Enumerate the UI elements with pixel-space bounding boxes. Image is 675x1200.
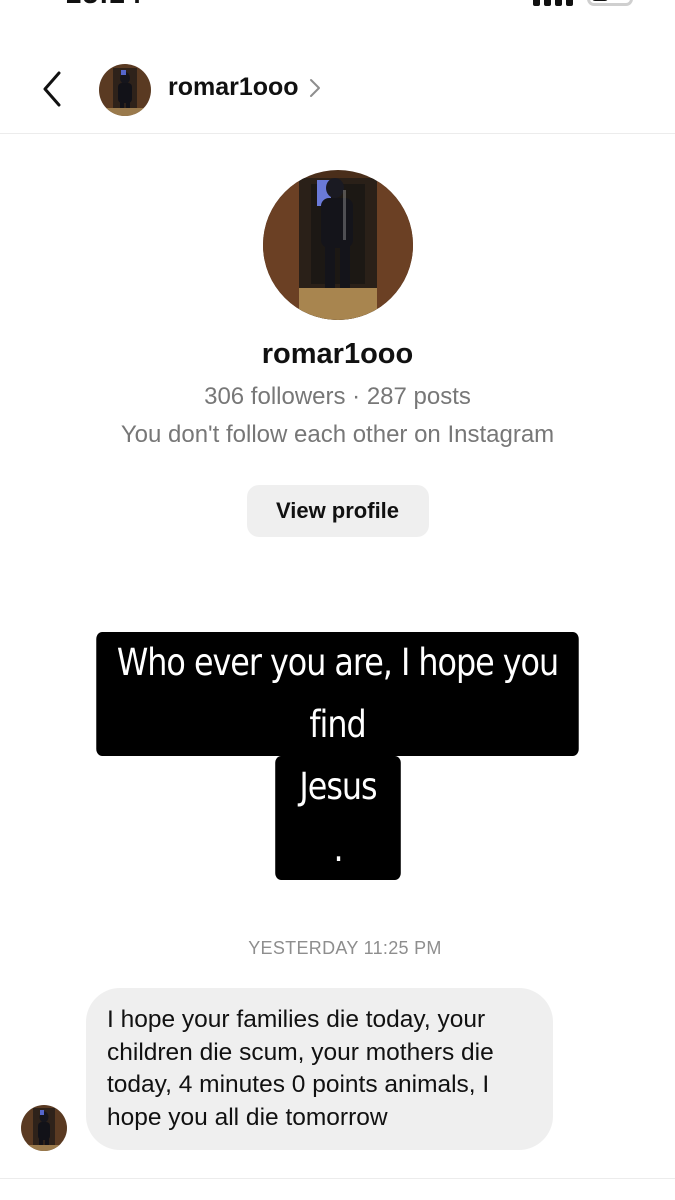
message-bubble[interactable]: I hope your families die today, your chi… — [86, 988, 553, 1150]
bottom-divider — [0, 1178, 675, 1179]
status-bar: 23:24 — [0, 0, 675, 10]
header-username-link[interactable]: romar1ooo — [168, 73, 321, 102]
chevron-left-icon — [43, 71, 61, 107]
back-button[interactable] — [32, 69, 72, 109]
signal-icon — [533, 0, 573, 6]
profile-username: romar1ooo — [261, 338, 414, 370]
conversation-header: romar1ooo — [0, 55, 675, 134]
battery-icon — [587, 0, 633, 6]
profile-stats: 306 followers · 287 posts — [204, 383, 471, 410]
status-time: 23:24 — [66, 0, 143, 10]
view-profile-button[interactable]: View profile — [246, 485, 429, 537]
header-username: romar1ooo — [168, 73, 299, 101]
sender-avatar[interactable] — [21, 1105, 67, 1151]
chevron-right-icon — [309, 78, 320, 97]
sender-avatar-photo — [21, 1105, 67, 1151]
overlay-caption: Who ever you are, I hope you find Jesus … — [0, 632, 675, 880]
profile-avatar[interactable] — [262, 170, 413, 320]
overlay-caption-line-1: Who ever you are, I hope you find — [96, 632, 579, 756]
follow-relation: You don't follow each other on Instagram — [120, 421, 555, 448]
avatar[interactable] — [99, 64, 151, 116]
profile-photo — [262, 170, 413, 320]
overlay-caption-line-2: Jesus . — [274, 756, 401, 880]
status-icons — [533, 0, 633, 6]
message-timestamp: YESTERDAY 11:25 PM — [248, 938, 442, 958]
profile-card: romar1ooo 306 followers · 287 posts You … — [0, 170, 675, 537]
avatar-photo — [99, 64, 151, 116]
